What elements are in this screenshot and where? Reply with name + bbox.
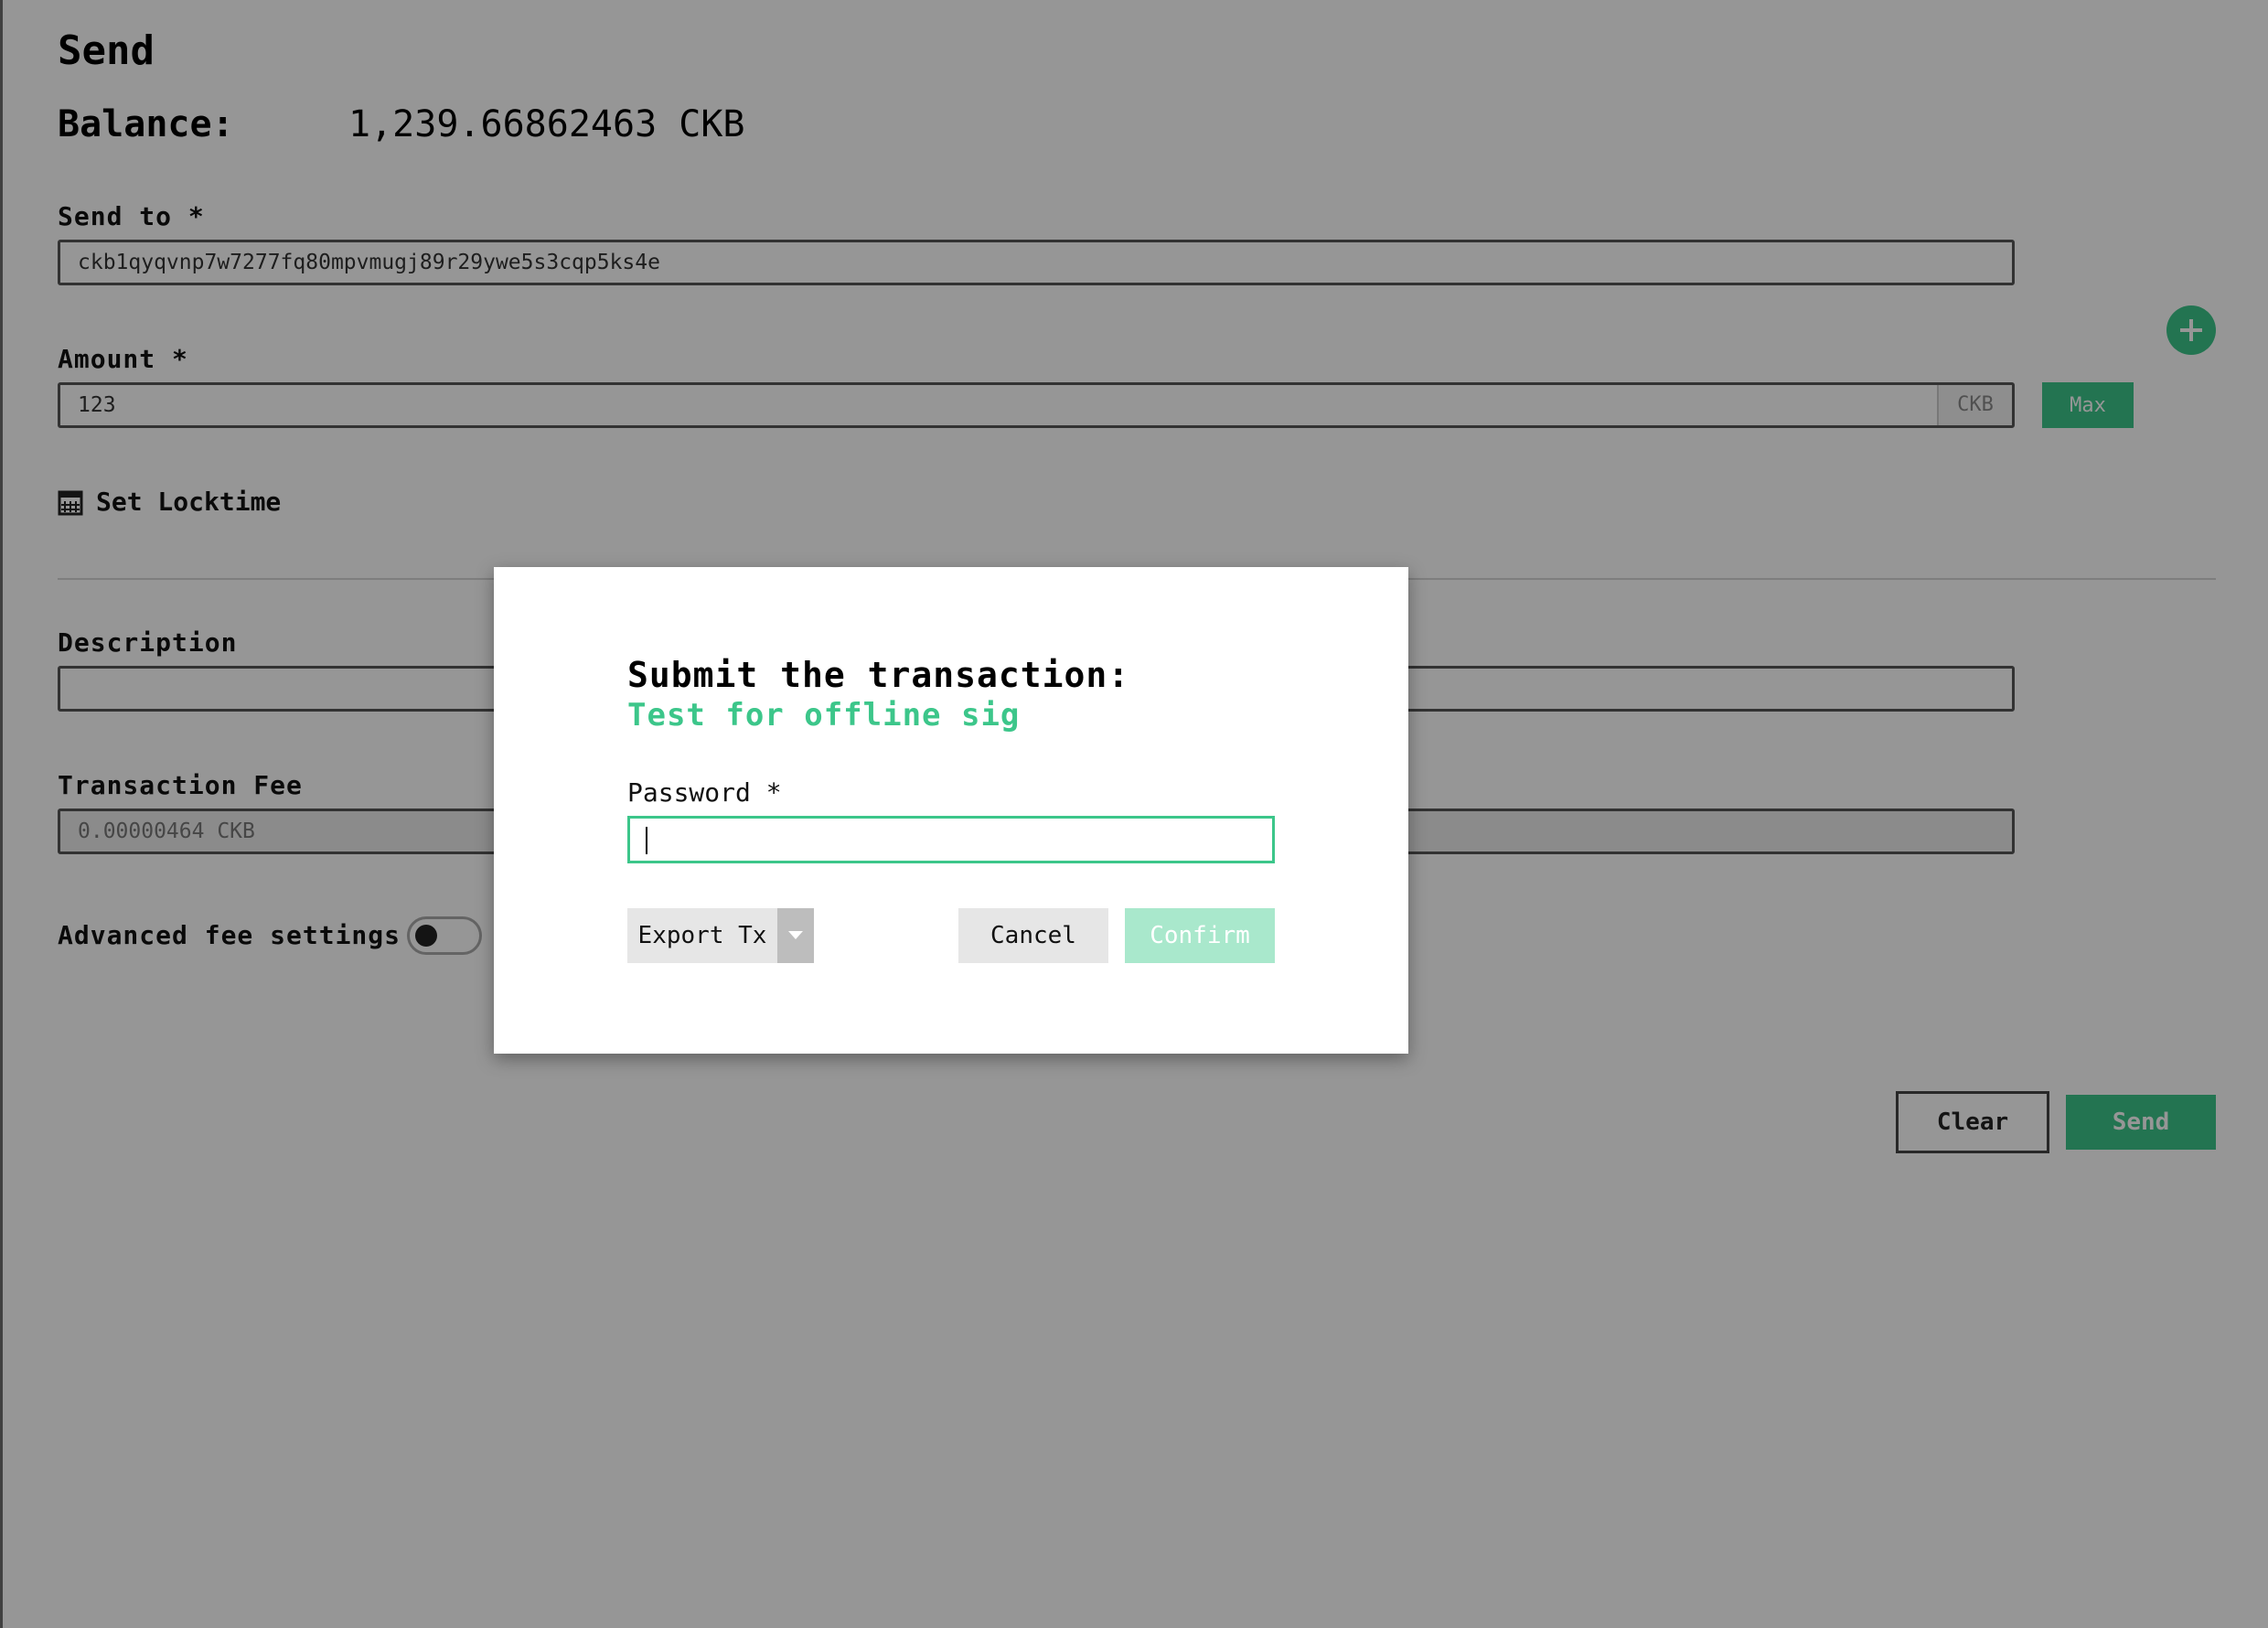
submit-transaction-dialog: Submit the transaction: Test for offline… — [494, 567, 1408, 1054]
dialog-title: Submit the transaction: — [627, 655, 1130, 695]
caret-down-icon — [788, 930, 803, 939]
export-tx-split-button: Export Tx — [627, 908, 814, 963]
cancel-button[interactable]: Cancel — [958, 908, 1108, 963]
text-caret — [646, 827, 647, 854]
export-tx-dropdown[interactable] — [777, 908, 814, 963]
export-tx-button[interactable]: Export Tx — [627, 908, 777, 963]
confirm-button[interactable]: Confirm — [1125, 908, 1275, 963]
password-input[interactable] — [627, 816, 1275, 863]
password-label: Password * — [627, 777, 782, 808]
dialog-subtitle: Test for offline sig — [627, 697, 1021, 734]
